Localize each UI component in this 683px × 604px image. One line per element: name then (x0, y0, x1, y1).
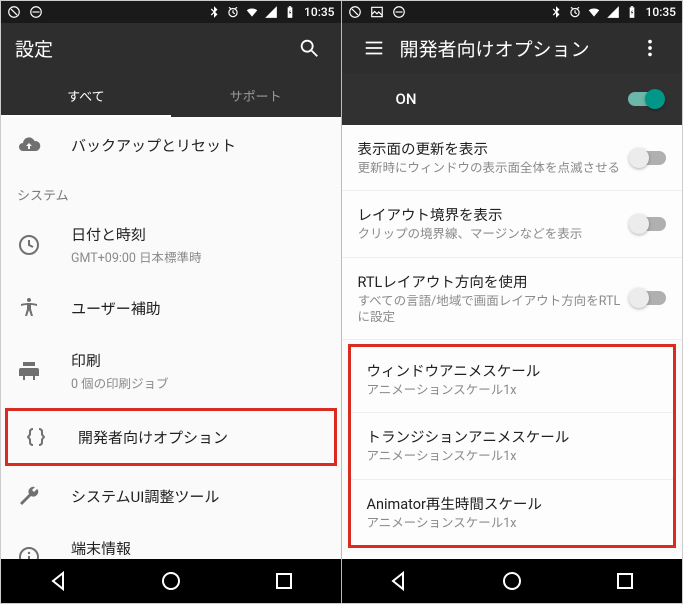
navigation-bar (342, 559, 683, 603)
braces-icon (24, 425, 48, 449)
page-title: 設定 (15, 35, 291, 62)
toggle-switch[interactable] (632, 291, 666, 305)
master-switch-bar[interactable]: ON (342, 73, 683, 125)
print-icon (17, 359, 41, 383)
tab-all[interactable]: すべて (1, 73, 171, 117)
nav-home-button[interactable] (500, 569, 524, 593)
row-system-ui-tuner[interactable]: システムUI調整ツール (1, 468, 341, 524)
row-accessibility[interactable]: ユーザー補助 (1, 280, 341, 336)
wrench-icon (17, 484, 41, 508)
accessibility-icon (17, 296, 41, 320)
auto-rotate-icon (348, 5, 362, 19)
menu-button[interactable] (356, 30, 392, 66)
tab-support[interactable]: サポート (171, 73, 341, 117)
wifi-icon (587, 5, 601, 19)
clock-icon (17, 233, 41, 257)
bluetooth-icon (207, 5, 221, 19)
row-print[interactable]: 印刷 0 個の印刷ジョブ (1, 336, 341, 406)
clock-time: 10:35 (646, 5, 676, 19)
tab-label: すべて (67, 86, 105, 105)
navigation-bar (1, 559, 341, 603)
row-about-phone[interactable]: 端末情報 Android 7.1.1 (1, 524, 341, 559)
animation-scales-highlight: ウィンドウアニメスケール アニメーションスケール1x トランジションアニメスケー… (348, 344, 677, 548)
alarm-icon (226, 5, 240, 19)
row-date-time[interactable]: 日付と時刻 GMT+09:00 日本標準時 (1, 210, 341, 280)
row-subtitle: 更新時にウィンドウの表示面全体を点滅させる (358, 161, 633, 177)
alarm-icon (568, 5, 582, 19)
battery-icon (283, 5, 297, 19)
row-surface-updates[interactable]: 表示面の更新を表示 更新時にウィンドウの表示面全体を点滅させる (342, 125, 683, 191)
dnd-icon (392, 5, 406, 19)
row-title: トランジションアニメスケール (367, 426, 658, 447)
developer-options-screen: 10:35 開発者向けオプション ON 表示面の更新を表示 更新時にウィンドウの… (342, 1, 683, 603)
image-icon (370, 5, 384, 19)
row-subtitle: すべての言語/地域で画面レイアウト方向をRTLに設定 (358, 294, 633, 327)
toggle-switch[interactable] (632, 151, 666, 165)
wifi-icon (245, 5, 259, 19)
dev-options-list[interactable]: 表示面の更新を表示 更新時にウィンドウの表示面全体を点滅させる レイアウト境界を… (342, 125, 683, 559)
cellular-icon (606, 5, 620, 19)
app-bar: 開発者向けオプション (342, 23, 683, 73)
row-title: 開発者向けオプション (78, 427, 318, 448)
row-title: ウィンドウアニメスケール (367, 360, 658, 381)
nav-back-button[interactable] (386, 569, 410, 593)
battery-icon (625, 5, 639, 19)
row-title: システムUI調整ツール (71, 486, 325, 507)
bluetooth-icon (549, 5, 563, 19)
row-simulate-secondary-display[interactable]: 2次画面シミュレート なし (342, 552, 683, 559)
row-subtitle: アニメーションスケール1x (367, 449, 658, 465)
row-layout-bounds[interactable]: レイアウト境界を表示 クリップの境界線、マージンなどを表示 (342, 191, 683, 257)
row-title: 端末情報 (71, 538, 325, 559)
app-bar: 設定 (1, 23, 341, 73)
system-section-header: システム (1, 173, 341, 210)
nav-recents-button[interactable] (272, 569, 296, 593)
nav-back-button[interactable] (46, 569, 70, 593)
row-title: RTLレイアウト方向を使用 (358, 271, 633, 292)
toggle-switch[interactable] (632, 217, 666, 231)
row-force-rtl[interactable]: RTLレイアウト方向を使用 すべての言語/地域で画面レイアウト方向をRTLに設定 (342, 258, 683, 341)
row-subtitle: クリップの境界線、マージンなどを表示 (358, 227, 633, 243)
row-developer-options[interactable]: 開発者向けオプション (5, 408, 337, 466)
row-subtitle: 0 個の印刷ジョブ (71, 373, 325, 392)
nav-recents-button[interactable] (613, 569, 637, 593)
master-switch-toggle[interactable] (628, 92, 662, 106)
overflow-button[interactable] (632, 30, 668, 66)
info-icon (17, 545, 41, 559)
row-title: ユーザー補助 (71, 298, 325, 319)
cloud-upload-icon (17, 133, 41, 157)
row-title: 表示面の更新を表示 (358, 138, 633, 159)
status-bar: 10:35 (342, 1, 683, 23)
dnd-icon (29, 5, 43, 19)
row-window-animation-scale[interactable]: ウィンドウアニメスケール アニメーションスケール1x (351, 347, 674, 413)
row-subtitle: アニメーションスケール1x (367, 516, 658, 532)
settings-screen: 10:35 設定 すべて サポート バックアップとリセット システム 日付と時刻… (1, 1, 342, 603)
row-title: 印刷 (71, 350, 325, 371)
clock-time: 10:35 (304, 5, 334, 19)
search-button[interactable] (291, 30, 327, 66)
tab-label: サポート (230, 86, 282, 105)
status-bar: 10:35 (1, 1, 341, 23)
row-title: バックアップとリセット (71, 135, 325, 156)
row-animator-duration-scale[interactable]: Animator再生時間スケール アニメーションスケール1x (351, 480, 674, 545)
nav-home-button[interactable] (159, 569, 183, 593)
row-title: レイアウト境界を表示 (358, 204, 633, 225)
row-subtitle: GMT+09:00 日本標準時 (71, 247, 325, 266)
page-title: 開発者向けオプション (400, 35, 633, 62)
row-transition-animation-scale[interactable]: トランジションアニメスケール アニメーションスケール1x (351, 413, 674, 479)
cellular-icon (264, 5, 278, 19)
row-backup-reset[interactable]: バックアップとリセット (1, 117, 341, 173)
tab-bar: すべて サポート (1, 73, 341, 117)
settings-list[interactable]: バックアップとリセット システム 日付と時刻 GMT+09:00 日本標準時 ユ… (1, 117, 341, 559)
row-subtitle: アニメーションスケール1x (367, 383, 658, 399)
auto-rotate-icon (7, 5, 21, 19)
master-switch-label: ON (396, 90, 417, 108)
row-title: 日付と時刻 (71, 224, 325, 245)
row-title: Animator再生時間スケール (367, 493, 658, 514)
